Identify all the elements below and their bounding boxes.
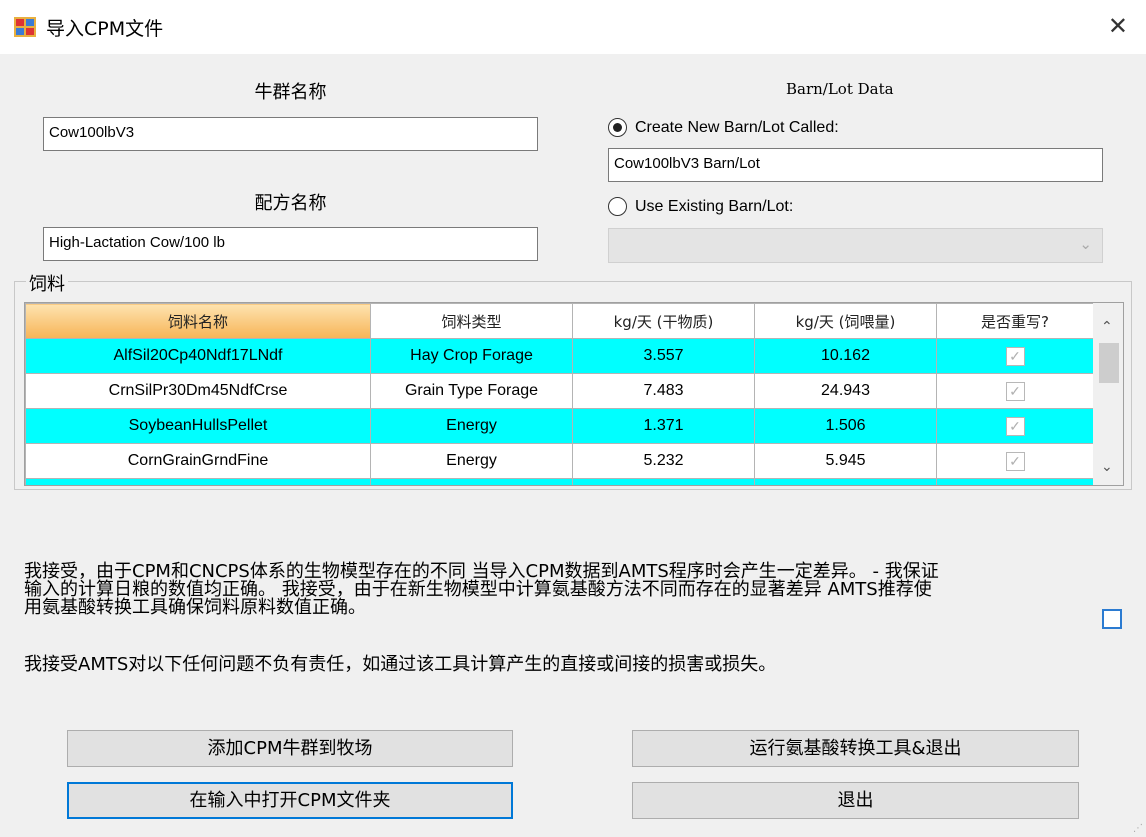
close-icon[interactable]: ✕ (1108, 12, 1128, 40)
create-barn-radio[interactable]: Create New Barn/Lot Called: (608, 118, 839, 137)
dm-cell[interactable]: 7.483 (572, 373, 755, 409)
overwrite-cell[interactable]: ✓ (936, 373, 1094, 409)
new-barn-name-input[interactable]: Cow100lbV3 Barn/Lot (608, 148, 1103, 182)
checkmark-icon[interactable]: ✓ (1005, 416, 1025, 436)
feed-type-cell[interactable]: Grain Type Forage (370, 373, 573, 409)
checkmark-icon[interactable]: ✓ (1005, 346, 1025, 366)
col-header-feed-type[interactable]: 饲料类型 (370, 303, 573, 339)
overwrite-cell[interactable]: ✓ (936, 338, 1094, 374)
scrollbar-thumb[interactable] (1099, 343, 1119, 383)
feed-type-cell[interactable]: Energy (370, 408, 573, 444)
create-barn-label: Create New Barn/Lot Called: (635, 118, 839, 136)
grid-scrollbar[interactable]: ⌃ ⌄ (1093, 303, 1123, 485)
radio-selected-icon[interactable] (608, 118, 627, 137)
dm-cell[interactable]: 3.557 (572, 338, 755, 374)
feeds-grid[interactable]: 饲料名称 饲料类型 kg/天 (干物质) kg/天 (饲喂量) 是否重写? Al… (24, 302, 1124, 486)
herd-name-input[interactable]: Cow100lbV3 (43, 117, 538, 151)
checkmark-icon[interactable]: ✓ (1005, 451, 1025, 471)
overwrite-cell[interactable]: ✓ (936, 443, 1094, 479)
dm-cell[interactable]: 1.371 (572, 408, 755, 444)
dm-cell[interactable]: 5.232 (572, 443, 755, 479)
chevron-up-icon[interactable]: ⌃ (1101, 319, 1113, 335)
overwrite-cell[interactable]: ✓ (936, 408, 1094, 444)
chevron-down-icon[interactable]: ⌄ (1101, 459, 1113, 475)
herd-name-label: 牛群名称 (254, 82, 327, 103)
barn-lot-header: Barn/Lot Data (786, 80, 894, 98)
resize-grip-icon[interactable]: ⋰ (1133, 823, 1143, 834)
table-row-partial (25, 478, 1094, 485)
window-title: 导入CPM文件 (46, 18, 164, 40)
asfed-cell[interactable]: 10.162 (754, 338, 937, 374)
liability-text: 我接受AMTS对以下任何问题不负有责任，如通过该工具计算产生的直接或间接的损害或… (24, 654, 777, 675)
ration-name-input[interactable]: High-Lactation Cow/100 lb (43, 227, 538, 261)
agree-checkbox[interactable] (1102, 609, 1122, 629)
col-header-asfed[interactable]: kg/天 (饲喂量) (754, 303, 937, 339)
asfed-cell[interactable]: 1.506 (754, 408, 937, 444)
title-bar: 导入CPM文件 ✕ (0, 0, 1146, 54)
col-header-feed-name[interactable]: 饲料名称 (25, 303, 371, 339)
table-row[interactable]: CrnSilPr30Dm45NdfCrse Grain Type Forage … (25, 373, 1094, 409)
disclaimer-text: 我接受，由于CPM和CNCPS体系的生物模型存在的不同 当导入CPM数据到AMT… (24, 563, 1094, 617)
existing-barn-radio[interactable]: Use Existing Barn/Lot: (608, 197, 793, 216)
col-header-overwrite[interactable]: 是否重写? (936, 303, 1094, 339)
table-row[interactable]: AlfSil20Cp40Ndf17LNdf Hay Crop Forage 3.… (25, 338, 1094, 374)
col-header-dm[interactable]: kg/天 (干物质) (572, 303, 755, 339)
checkmark-icon[interactable]: ✓ (1005, 381, 1025, 401)
existing-barn-select[interactable]: ⌄ (608, 228, 1103, 263)
exit-button[interactable]: 退出 (632, 782, 1079, 819)
chevron-down-icon: ⌄ (1079, 235, 1092, 253)
existing-barn-label: Use Existing Barn/Lot: (635, 197, 794, 215)
add-herd-button[interactable]: 添加CPM牛群到牧场 (67, 730, 513, 767)
feed-name-cell[interactable]: AlfSil20Cp40Ndf17LNdf (25, 338, 371, 374)
table-row[interactable]: SoybeanHullsPellet Energy 1.371 1.506 ✓ (25, 408, 1094, 444)
table-row[interactable]: CornGrainGrndFine Energy 5.232 5.945 ✓ (25, 443, 1094, 479)
asfed-cell[interactable]: 5.945 (754, 443, 937, 479)
feeds-group-label: 饲料 (26, 270, 68, 296)
asfed-cell[interactable]: 24.943 (754, 373, 937, 409)
ration-name-label: 配方名称 (254, 193, 327, 214)
open-folder-button[interactable]: 在输入中打开CPM文件夹 (67, 782, 513, 819)
feed-type-cell[interactable]: Hay Crop Forage (370, 338, 573, 374)
run-tool-button[interactable]: 运行氨基酸转换工具&退出 (632, 730, 1079, 767)
radio-unselected-icon[interactable] (608, 197, 627, 216)
feed-type-cell[interactable]: Energy (370, 443, 573, 479)
disclaimer-line: 用氨基酸转换工具确保饲料原料数值正确。 (24, 597, 366, 618)
feed-name-cell[interactable]: CornGrainGrndFine (25, 443, 371, 479)
feed-name-cell[interactable]: CrnSilPr30Dm45NdfCrse (25, 373, 371, 409)
feed-name-cell[interactable]: SoybeanHullsPellet (25, 408, 371, 444)
app-icon (14, 17, 36, 37)
